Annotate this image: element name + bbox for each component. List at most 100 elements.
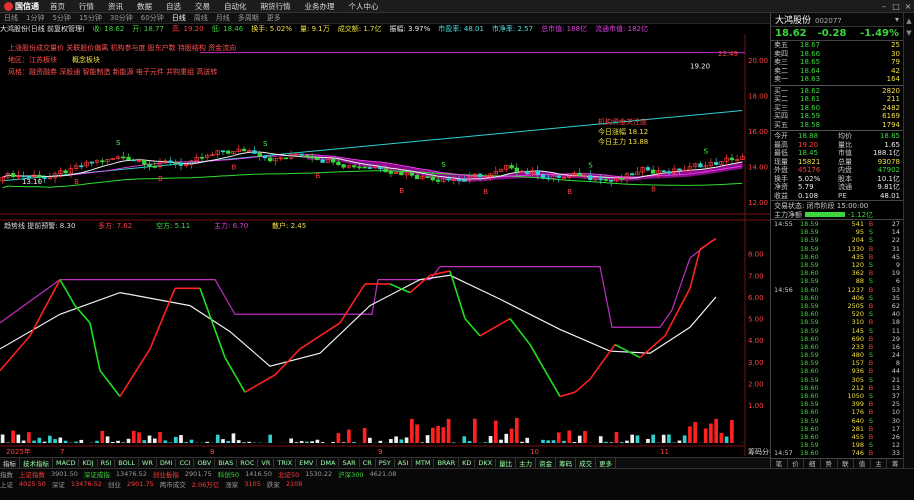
close-icon[interactable]: ×: [902, 2, 914, 11]
menu-item-0[interactable]: 首页: [43, 1, 72, 12]
quote-tab-4[interactable]: 联: [838, 459, 855, 468]
indicator-tab-1[interactable]: 技术指标: [20, 458, 53, 468]
indicator-tab-6[interactable]: WR: [139, 459, 157, 467]
period-2[interactable]: 5分钟: [48, 13, 74, 23]
indicator-tab-18[interactable]: PSY: [376, 459, 395, 467]
quote-stats: 今开 18.88 均价 18.85 最高 19.20 量比 1.65 最低 18.45 市值 188.…: [771, 132, 903, 200]
indicator-tab-26[interactable]: 资金: [536, 458, 557, 468]
quote-tab-1[interactable]: 价: [788, 459, 805, 468]
volume-bar: [472, 418, 477, 443]
quote-tab-5[interactable]: 值: [854, 459, 871, 468]
tick-volume: 1330: [847, 244, 864, 253]
indicator-tab-20[interactable]: MTM: [412, 459, 435, 467]
candle-body: [226, 150, 231, 154]
indicator-tab-13[interactable]: TRIX: [274, 459, 297, 467]
indicator-tab-16[interactable]: SAR: [339, 459, 360, 467]
tick-volume: 455: [851, 432, 864, 441]
indicator-tab-24[interactable]: 量比: [496, 458, 517, 468]
menu-item-7[interactable]: 期货行情: [254, 1, 298, 12]
title-bar: 国信通 首页 行情 资讯 数据 自选 交易 自动化 期货行情 业务办理 个人中心 – □ ×: [0, 0, 914, 13]
indicator-tab-27[interactable]: 筹码: [556, 458, 577, 468]
menu-item-8[interactable]: 业务办理: [298, 1, 342, 12]
indicator-tab-29[interactable]: 更多: [596, 458, 617, 468]
period-6[interactable]: 日线: [168, 13, 190, 23]
quote-tab-2[interactable]: 细: [804, 459, 821, 468]
menu-item-2[interactable]: 资讯: [101, 1, 130, 12]
period-0[interactable]: 日线: [0, 13, 22, 23]
candle-body: [456, 179, 462, 181]
volume-bar: [63, 440, 68, 443]
period-3[interactable]: 15分钟: [75, 13, 106, 23]
osc-signal-segment: [0, 335, 31, 372]
indicator-tab-22[interactable]: KD: [459, 459, 476, 467]
period-1[interactable]: 1分钟: [22, 13, 48, 23]
volume-bar: [242, 442, 246, 443]
maximize-icon[interactable]: □: [890, 2, 902, 11]
indicator-tab-0[interactable]: 指标: [0, 458, 20, 468]
indicator-tab-17[interactable]: CR: [360, 459, 376, 467]
period-9[interactable]: 多周期: [234, 13, 263, 23]
period-7[interactable]: 周线: [190, 13, 212, 23]
stat-label: 收益: [774, 191, 788, 200]
menu-item-6[interactable]: 自动化: [217, 1, 254, 12]
candle-body: [299, 153, 304, 156]
dropdown-icon[interactable]: ▾: [895, 15, 899, 24]
indicator-tab-15[interactable]: DMA: [317, 459, 340, 467]
indicator-tab-25[interactable]: 主力: [516, 458, 537, 468]
period-4[interactable]: 30分钟: [106, 13, 137, 23]
tick-list[interactable]: 14:55 18.59 541 B 27 18.59 95 S 14 18.59 204 S 22 18.…: [771, 220, 903, 466]
up-arrow-icon[interactable]: ▲: [906, 17, 911, 25]
menu-item-4[interactable]: 自选: [159, 1, 188, 12]
tick-time: 14:57: [774, 449, 793, 458]
indicator-tab-28[interactable]: 成交: [576, 458, 597, 468]
indicator-tab-2[interactable]: MACD: [53, 459, 80, 467]
indicator-tab-5[interactable]: BOLL: [115, 459, 139, 467]
menu-item-3[interactable]: 数据: [130, 1, 159, 12]
volume-bar: [394, 436, 398, 443]
minimize-icon[interactable]: –: [878, 2, 890, 11]
menu-item-5[interactable]: 交易: [188, 1, 217, 12]
net-flow-value: -1.12亿: [848, 210, 874, 219]
indicator-tab-21[interactable]: BRAR: [434, 459, 460, 467]
candle-body: [63, 170, 68, 174]
osc-header-field: 散户: 2.45: [272, 221, 306, 230]
period-8[interactable]: 月线: [212, 13, 234, 23]
period-10[interactable]: 更多: [263, 13, 285, 23]
quote-tab-7[interactable]: 筹: [887, 459, 903, 468]
info-field-9: 市盈率: 48.01: [438, 25, 484, 33]
menu-item-9[interactable]: 个人中心: [342, 1, 386, 12]
stock-header[interactable]: 大鸿股份 002077 ▾: [771, 13, 903, 27]
indicator-tab-3[interactable]: KDJ: [79, 459, 98, 467]
indicator-tab-10[interactable]: BIAS: [215, 459, 238, 467]
quote-tab-0[interactable]: 笔: [771, 459, 788, 468]
app-logo[interactable]: 国信通: [0, 1, 43, 12]
indicator-tab-11[interactable]: ROC: [237, 459, 259, 467]
candle-body: [131, 159, 136, 162]
indicator-tab-8[interactable]: CCI: [176, 459, 195, 467]
ask-row[interactable]: 卖一 18.63 164: [771, 75, 903, 84]
tick-row: 18.59 157 B 8: [771, 359, 903, 367]
indicator-tab-4[interactable]: RSI: [98, 459, 116, 467]
indicator-tab-7[interactable]: DMI: [157, 459, 177, 467]
tick-direction: B: [868, 408, 874, 417]
osc-signal-segment: [479, 317, 511, 337]
ask-volume: 164: [886, 75, 900, 84]
quote-tab-6[interactable]: 主: [871, 459, 888, 468]
quote-tab-3[interactable]: 势: [821, 459, 838, 468]
ticker-item: 涨家: [225, 481, 239, 489]
down-arrow-icon[interactable]: ▼: [906, 29, 911, 37]
period-5[interactable]: 60分钟: [137, 13, 168, 23]
bid-row[interactable]: 买五 18.58 1794: [771, 121, 903, 130]
indicator-tab-23[interactable]: DKX: [475, 459, 497, 467]
menu-item-1[interactable]: 行情: [72, 1, 101, 12]
indicator-tab-14[interactable]: EMV: [296, 459, 318, 467]
volume-bar: [168, 442, 173, 443]
date-axis-label: 11: [660, 448, 669, 456]
volume-bar: [451, 442, 456, 443]
chip-label[interactable]: 筹码分布: [748, 447, 776, 456]
indicator-tab-12[interactable]: VR: [258, 459, 275, 467]
chart-area[interactable]: 20.00 18.00 16.00 14.00 12.00 上涨股份成交量价 关联股价偏离…: [0, 34, 776, 456]
indicator-tab-19[interactable]: ASI: [395, 459, 413, 467]
indicator-tab-9[interactable]: OBV: [194, 459, 216, 467]
kline-chart-svg[interactable]: 20.00 18.00 16.00 14.00 12.00 上涨股份成交量价 关联股价偏离…: [0, 34, 776, 456]
